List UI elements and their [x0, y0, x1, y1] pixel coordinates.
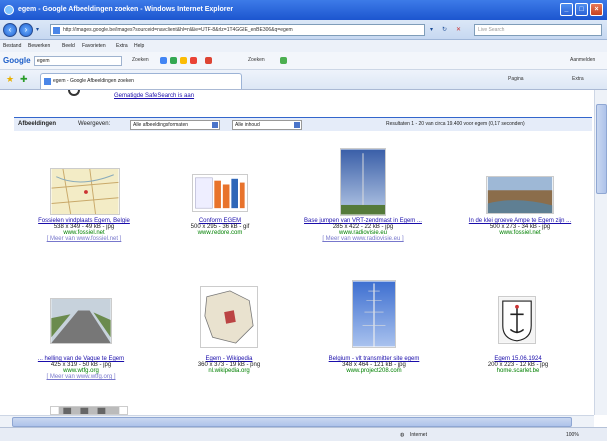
google-toolbar: Google egem Zoeken Zoeken Aanmelden	[0, 52, 607, 70]
page-menu[interactable]: Pagina	[508, 76, 524, 82]
format-filter-select[interactable]: Alle afbeeldingsformaten	[130, 120, 220, 130]
content-filter-select[interactable]: Alle inhoud	[232, 120, 302, 130]
toolbar-icon-2[interactable]	[170, 57, 177, 64]
result-caption: Egem 15.06.1924 200 x 223 - 12 kB - jpg …	[453, 356, 583, 374]
google-logo: Google	[3, 56, 31, 65]
horizontal-scroll-thumb[interactable]	[12, 417, 572, 427]
tools-menu[interactable]: Extra	[572, 76, 584, 82]
content-filter-value: Alle inhoud	[235, 122, 260, 128]
page-favicon	[53, 27, 60, 34]
favorites-star-icon[interactable]: ★	[6, 74, 14, 85]
add-favorite-icon[interactable]: ✚	[20, 74, 28, 85]
window-title: egem - Google Afbeeldingen zoeken - Wind…	[18, 6, 234, 13]
result-site: www.fossiel.net	[499, 230, 541, 236]
result-caption: Base jumpen van VRT-zendmast in Egem ...…	[298, 218, 428, 242]
result-thumbnail[interactable]	[200, 286, 258, 348]
toolbar-icon-3[interactable]	[180, 57, 187, 64]
close-button[interactable]: ×	[590, 3, 603, 16]
result-more-link[interactable]: [ Meer van www.radiovisie.eu ]	[298, 236, 428, 242]
vertical-scrollbar[interactable]	[594, 90, 607, 415]
toolbar-icon-5[interactable]	[280, 57, 287, 64]
stop-icon[interactable]: ✕	[456, 25, 461, 35]
tab-label: egem - Google Afbeeldingen zoeken	[53, 78, 134, 84]
result-caption: ... helling van de Vaque te Egem 425 x 3…	[16, 356, 146, 380]
result-caption: Belgium - vlt transmitter site egem 348 …	[309, 356, 439, 374]
result-bar: Afbeeldingen Weergeven: Alle afbeeldings…	[14, 117, 592, 131]
result-caption: Conform EGEM 500 x 295 - 36 kB - gif www…	[155, 218, 285, 236]
result-site: nl.wikipedia.org	[208, 368, 250, 374]
results-summary: Resultaten 1 - 20 van circa 19.400 voor …	[386, 121, 525, 127]
live-search-input[interactable]: Live Search	[474, 24, 602, 36]
menu-help[interactable]: Help	[134, 43, 144, 49]
toolbar-icon-4[interactable]	[190, 57, 197, 64]
menu-view[interactable]: Beeld	[62, 43, 75, 49]
result-thumbnail[interactable]	[192, 174, 248, 212]
result-caption: Egem - Wikipedia 360 x 373 - 19 kB - png…	[164, 356, 294, 374]
address-input[interactable]: http://images.google.be/images?sourceid=…	[50, 24, 425, 36]
bookmarks-button[interactable]: Zoeken	[248, 57, 265, 63]
safesearch-link[interactable]: Gematigde SafeSearch is aan	[114, 93, 194, 99]
back-button[interactable]: ‹	[3, 23, 17, 37]
popup-blocker-icon[interactable]	[205, 57, 212, 64]
zone-label: Internet	[410, 432, 427, 438]
result-thumbnail[interactable]	[50, 168, 120, 215]
menu-bar: Bestand Bewerken Beeld Favorieten Extra …	[0, 40, 607, 52]
result-thumbnail[interactable]	[486, 176, 554, 214]
menu-file[interactable]: Bestand	[3, 43, 21, 49]
vertical-scroll-thumb[interactable]	[596, 104, 607, 194]
format-filter-value: Alle afbeeldingsformaten	[133, 122, 189, 128]
address-dropdown-icon[interactable]: ▾	[430, 25, 433, 35]
status-bar: ◍ Internet 100%	[0, 427, 607, 441]
page-content: Gematigde SafeSearch is aan Afbeeldingen…	[0, 90, 594, 415]
result-more-link[interactable]: [ Meer van www.wtfg.org ]	[16, 374, 146, 380]
tab-favicon	[44, 78, 51, 85]
menu-edit[interactable]: Bewerken	[28, 43, 50, 49]
maximize-button[interactable]: □	[575, 3, 588, 16]
refresh-icon[interactable]: ↻	[442, 25, 447, 35]
minimize-button[interactable]: _	[560, 3, 573, 16]
globe-icon: ◍	[400, 432, 405, 438]
tab-bar: ★ ✚ egem - Google Afbeeldingen zoeken Pa…	[0, 70, 607, 90]
result-caption: In de klei groeve Ampe te Egem zijn ... …	[455, 218, 585, 236]
chevron-down-icon	[294, 122, 300, 128]
tab-active[interactable]: egem - Google Afbeeldingen zoeken	[40, 73, 242, 89]
result-site: www.redore.com	[197, 230, 243, 236]
zoom-level[interactable]: 100%	[566, 432, 579, 438]
google-search-button[interactable]: Zoeken	[132, 57, 149, 63]
result-site: home.scarlet.be	[496, 368, 540, 374]
horizontal-scrollbar[interactable]	[0, 415, 594, 427]
chevron-down-icon	[212, 122, 218, 128]
result-thumbnail[interactable]	[50, 406, 128, 415]
address-url: http://images.google.be/images?sourceid=…	[63, 27, 293, 33]
title-bar: egem - Google Afbeeldingen zoeken - Wind…	[0, 0, 607, 20]
nav-dropdown-icon[interactable]: ▾	[36, 25, 39, 35]
result-thumbnail[interactable]	[352, 280, 396, 348]
show-label: Weergeven:	[78, 121, 111, 127]
signin-button[interactable]: Aanmelden	[570, 57, 595, 63]
address-bar: ‹ › ▾ http://images.google.be/images?sou…	[0, 20, 607, 40]
result-thumbnail[interactable]	[340, 148, 386, 216]
result-site: www.project208.com	[346, 368, 402, 374]
forward-button[interactable]: ›	[19, 23, 33, 37]
ie-icon	[4, 5, 14, 15]
google-toolbar-search-input[interactable]: egem	[34, 56, 122, 66]
menu-favorites[interactable]: Favorieten	[82, 43, 106, 49]
result-thumbnail[interactable]	[50, 298, 112, 344]
menu-tools[interactable]: Extra	[116, 43, 128, 49]
result-thumbnail[interactable]	[498, 296, 536, 344]
result-caption: Fossielen vindplaats Egem, Belgie 538 x …	[19, 218, 149, 242]
toolbar-icon-1[interactable]	[160, 57, 167, 64]
result-more-link[interactable]: [ Meer van www.fossiel.net ]	[19, 236, 149, 242]
safesearch-icon	[68, 90, 80, 96]
result-label: Afbeeldingen	[18, 121, 57, 127]
